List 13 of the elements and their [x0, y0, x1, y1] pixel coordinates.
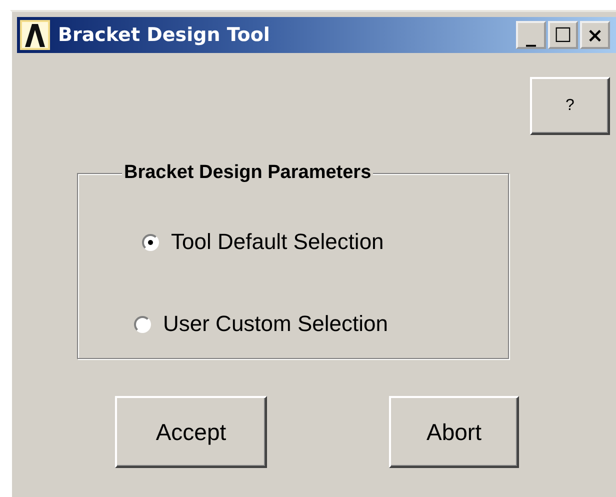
- app-logo-icon: [20, 20, 50, 50]
- accept-button[interactable]: Accept: [115, 396, 267, 468]
- window-title: Bracket Design Tool: [58, 24, 271, 46]
- group-title: Bracket Design Parameters: [122, 162, 374, 184]
- abort-button[interactable]: Abort: [389, 396, 519, 468]
- maximize-button[interactable]: ☐: [548, 21, 578, 49]
- radio-button[interactable]: [134, 316, 151, 332]
- close-button[interactable]: ×: [580, 21, 610, 49]
- minimize-button[interactable]: _: [516, 21, 546, 49]
- radio-label[interactable]: User Custom Selection: [163, 311, 388, 337]
- help-button[interactable]: ?: [530, 77, 610, 135]
- radio-button[interactable]: [142, 234, 159, 250]
- radio-label[interactable]: Tool Default Selection: [171, 229, 384, 255]
